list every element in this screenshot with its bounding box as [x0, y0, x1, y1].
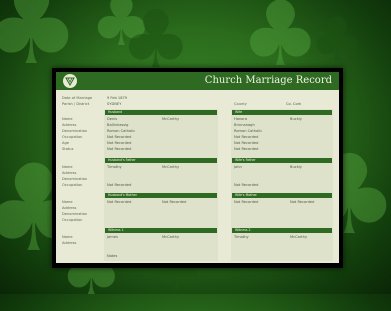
wife-mother-last-name: Not Recorded [290, 200, 315, 204]
husband-denomination-label: Denomination [62, 129, 88, 133]
husband-mother-name-label: Name [62, 200, 73, 204]
wife-mother-section-header: Wife's Mother [232, 193, 332, 198]
husband-father-section-header: Husband's Father [105, 158, 217, 163]
husband-status: Not Recorded [107, 147, 132, 151]
husband-mother-denomination-label: Denomination [62, 212, 88, 216]
shamrock-icon: ♣ [310, 5, 364, 75]
wife-status: Not Recorded [234, 147, 259, 151]
wife-first-name: Hanora [234, 117, 248, 121]
husband-father-occupation-label: Occupation [62, 183, 83, 187]
husband-father-occupation: Not Recorded [107, 183, 132, 187]
witness1-last-name: McCarthy [162, 235, 180, 239]
parish-label: Parish / District [62, 102, 90, 106]
husband-father-name-label: Name [62, 165, 73, 169]
husband-section-header: Husband [105, 110, 217, 115]
husband-age-label: Age [62, 141, 69, 145]
wife-father-occupation: Not Recorded [234, 183, 259, 187]
wife-address: Brinnanagh [234, 123, 255, 127]
husband-mother-first-name: Not Recorded [107, 200, 132, 204]
husband-address-label: Address [62, 123, 77, 127]
witness1-address-label: Address [62, 241, 77, 245]
shamrock-icon: ♣ [90, 0, 153, 62]
emblem-icon [63, 74, 77, 88]
parish-value: SYDNEY [107, 102, 122, 106]
notes-label: Notes [107, 254, 118, 258]
husband-mother-section-header: Husband's Mother [105, 193, 217, 198]
husband-status-label: Status [62, 147, 74, 151]
date-value: 9 Feb 1879 [107, 96, 128, 100]
witness2-last-name: McCarthy [290, 235, 308, 239]
wife-occupation: Not Recorded [234, 135, 259, 139]
wife-mother-first-name: Not Recorded [234, 200, 259, 204]
record-title: Church Marriage Record [204, 75, 332, 86]
wife-last-name: Buckly [290, 117, 302, 121]
husband-mother-last-name: Not Recorded [162, 200, 187, 204]
wife-father-first-name: John [234, 165, 242, 169]
husband-father-first-name: Timothy [107, 165, 122, 169]
husband-age: Not Recorded [107, 141, 132, 145]
county-value: Co. Cork [286, 102, 302, 106]
husband-denomination: Roman Catholic [107, 129, 136, 133]
wife-father-last-name: Buckly [290, 165, 302, 169]
county-label: County [234, 102, 247, 106]
husband-name-label: Name [62, 117, 73, 121]
witness1-first-name: James [107, 235, 118, 239]
marriage-record-card: Church Marriage Record Date of Marriage … [56, 72, 339, 263]
record-header: Church Marriage Record [56, 72, 339, 92]
date-label: Date of Marriage [62, 96, 93, 100]
husband-mother-occupation-label: Occupation [62, 218, 83, 222]
husband-father-address-label: Address [62, 171, 77, 175]
husband-occupation-label: Occupation [62, 135, 83, 139]
husband-last-name: McCarthy [162, 117, 180, 121]
husband-address: Ballinhassig [107, 123, 129, 127]
husband-father-denomination-label: Denomination [62, 177, 88, 181]
witness1-name-label: Name [62, 235, 73, 239]
wife-age: Not Recorded [234, 141, 259, 145]
husband-father-last-name: McCarthy [162, 165, 180, 169]
witness2-first-name: Timothy [234, 235, 249, 239]
husband-mother-address-label: Address [62, 206, 77, 210]
wife-section-header: Wife [232, 110, 332, 115]
wife-denomination: Roman Catholic [234, 129, 263, 133]
husband-first-name: Denis [107, 117, 118, 121]
witness1-section-header: Witness 1 [105, 228, 217, 233]
wife-father-section-header: Wife's Father [232, 158, 332, 163]
witness2-section-header: Witness 2 [232, 228, 332, 233]
husband-occupation: Not Recorded [107, 135, 132, 139]
